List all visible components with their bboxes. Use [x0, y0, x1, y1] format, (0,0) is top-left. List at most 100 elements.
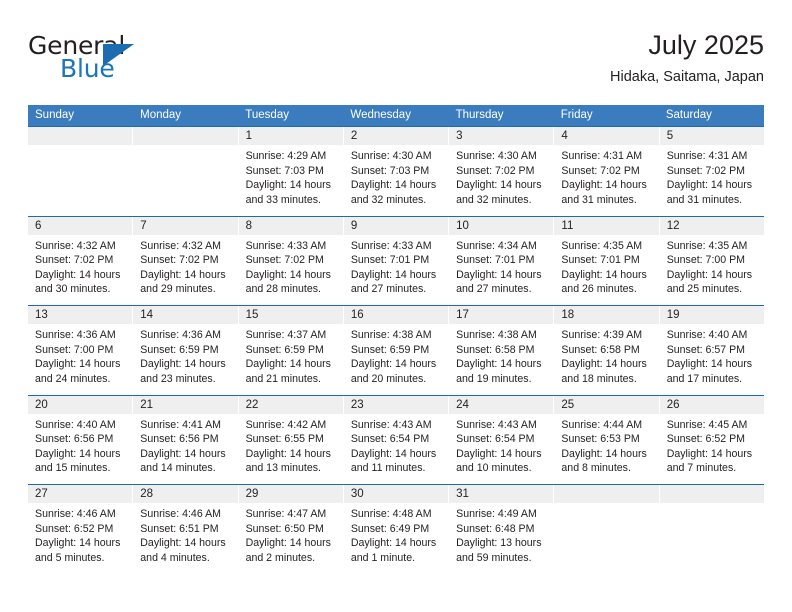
day-cell[interactable]: 4 Sunrise: 4:31 AM Sunset: 7:02 PM Daylight…	[554, 127, 660, 216]
daylight-line-1: Daylight: 14 hours	[140, 537, 226, 550]
daylight-line-2: and 31 minutes.	[561, 193, 637, 206]
daylight-line-1: Daylight: 14 hours	[245, 358, 331, 371]
daylight-line-1: Daylight: 14 hours	[456, 447, 542, 460]
day-number: 1	[245, 130, 252, 142]
daylight-line-1: Daylight: 14 hours	[35, 447, 121, 460]
day-cell[interactable]: 9 Sunrise: 4:33 AM Sunset: 7:01 PM Daylight…	[343, 216, 450, 305]
daylight-line-2: and 11 minutes.	[350, 462, 426, 475]
sunrise-line: Sunrise: 4:40 AM	[666, 329, 748, 341]
day-number-band: 29	[238, 485, 343, 503]
day-detail-lines: Sunrise: 4:32 AM Sunset: 7:02 PM Daylight:…	[28, 235, 132, 297]
daylight-line-1: Daylight: 14 hours	[245, 268, 331, 281]
day-cell[interactable]: 10 Sunrise: 4:34 AM Sunset: 7:01 PM Dayligh…	[449, 216, 555, 305]
sunrise-line: Sunrise: 4:31 AM	[561, 150, 643, 162]
calendar-week-row: 6 Sunrise: 4:32 AM Sunset: 7:02 PM Daylight…	[28, 215, 764, 305]
day-number: 16	[350, 309, 364, 321]
day-cell[interactable]: 15 Sunrise: 4:37 AM Sunset: 6:59 PM Dayligh…	[238, 306, 344, 395]
daylight-line-1: Daylight: 14 hours	[561, 447, 647, 460]
day-detail-lines: Sunrise: 4:38 AM Sunset: 6:59 PM Daylight:…	[344, 324, 448, 386]
day-cell[interactable]: 27 Sunrise: 4:46 AM Sunset: 6:52 PM Dayligh…	[28, 485, 134, 574]
sunrise-line: Sunrise: 4:37 AM	[245, 329, 327, 341]
day-cell[interactable]: 8 Sunrise: 4:33 AM Sunset: 7:02 PM Daylight…	[238, 216, 344, 305]
title-block: July 2025 Hidaka, Saitama, Japan	[610, 28, 764, 86]
day-cell[interactable]: 17 Sunrise: 4:38 AM Sunset: 6:58 PM Dayligh…	[449, 306, 555, 395]
day-number: 3	[456, 130, 463, 142]
sunset-line: Sunset: 6:59 PM	[245, 343, 324, 356]
daylight-line-2: and 30 minutes.	[35, 283, 111, 296]
sunrise-line: Sunrise: 4:44 AM	[561, 418, 643, 431]
day-cell[interactable]: 23 Sunrise: 4:43 AM Sunset: 6:54 PM Dayligh…	[343, 395, 450, 484]
daylight-line-2: and 26 minutes.	[561, 283, 637, 296]
daylight-line-2: and 14 minutes.	[140, 462, 216, 475]
calendar-weeks: 1 Sunrise: 4:29 AM Sunset: 7:03 PM Daylight…	[28, 126, 764, 574]
sunrise-line: Sunrise: 4:49 AM	[456, 508, 537, 520]
day-number: 8	[245, 219, 252, 232]
day-cell[interactable]: 11 Sunrise: 4:35 AM Sunset: 7:01 PM Dayligh…	[554, 216, 660, 305]
sunset-line: Sunset: 7:02 PM	[456, 164, 535, 177]
day-detail-lines: Sunrise: 4:46 AM Sunset: 6:52 PM Daylight:…	[28, 503, 132, 565]
day-cell[interactable]: 2 Sunrise: 4:30 AM Sunset: 7:03 PM Daylight…	[343, 127, 450, 216]
general-blue-logo[interactable]: General Blue	[28, 32, 258, 90]
day-detail-lines: Sunrise: 4:43 AM Sunset: 6:54 PM Daylight:…	[344, 414, 448, 476]
day-number-band: 2	[343, 127, 449, 145]
day-number-band: 7	[133, 216, 238, 235]
day-detail-lines: Sunrise: 4:38 AM Sunset: 6:58 PM Daylight:…	[449, 324, 553, 386]
day-number: 4	[561, 130, 568, 142]
day-cell[interactable]: 3 Sunrise: 4:30 AM Sunset: 7:02 PM Daylight…	[449, 127, 555, 216]
day-cell[interactable]: 20 Sunrise: 4:40 AM Sunset: 6:56 PM Dayligh…	[28, 395, 134, 484]
day-number-band: 19	[659, 306, 764, 324]
day-cell[interactable]: 30 Sunrise: 4:48 AM Sunset: 6:49 PM Dayligh…	[343, 485, 450, 574]
day-number-band: 5	[659, 127, 764, 145]
weekday-header-saturday: Saturday	[665, 109, 712, 121]
day-detail-lines: Sunrise: 4:42 AM Sunset: 6:55 PM Daylight:…	[239, 414, 343, 476]
day-cell[interactable]: 21 Sunrise: 4:41 AM Sunset: 6:56 PM Dayligh…	[133, 395, 239, 484]
daylight-line-1: Daylight: 14 hours	[456, 358, 542, 371]
day-number: 10	[456, 219, 469, 232]
day-detail-lines: Sunrise: 4:39 AM Sunset: 6:58 PM Daylight:…	[554, 324, 658, 386]
day-detail-lines: Sunrise: 4:35 AM Sunset: 7:01 PM Daylight:…	[554, 235, 658, 297]
day-cell[interactable]: 31 Sunrise: 4:49 AM Sunset: 6:48 PM Dayligh…	[449, 485, 555, 574]
day-number: 23	[350, 398, 364, 411]
sunset-line: Sunset: 7:01 PM	[350, 254, 430, 267]
daylight-line-2: and 28 minutes.	[245, 283, 321, 296]
day-number-band: 12	[659, 216, 764, 235]
daylight-line-2: and 1 minute.	[350, 551, 416, 564]
day-cell[interactable]: 13 Sunrise: 4:36 AM Sunset: 7:00 PM Dayligh…	[28, 306, 134, 395]
daylight-line-1: Daylight: 14 hours	[140, 268, 226, 281]
sunrise-line: Sunrise: 4:36 AM	[140, 329, 221, 341]
day-cell[interactable]: 25 Sunrise: 4:44 AM Sunset: 6:53 PM Dayligh…	[554, 395, 660, 484]
sunset-line: Sunset: 6:48 PM	[456, 522, 535, 535]
sunset-line: Sunset: 6:58 PM	[456, 343, 535, 356]
day-number: 6	[35, 219, 42, 232]
daylight-line-2: and 27 minutes.	[350, 283, 427, 296]
daylight-line-1: Daylight: 14 hours	[245, 447, 331, 460]
day-detail-lines: Sunrise: 4:49 AM Sunset: 6:48 PM Daylight:…	[449, 503, 553, 565]
sunset-line: Sunset: 6:54 PM	[456, 433, 535, 446]
day-cell[interactable]: 22 Sunrise: 4:42 AM Sunset: 6:55 PM Dayligh…	[238, 395, 344, 484]
daylight-line-1: Daylight: 14 hours	[561, 179, 647, 192]
day-number-band: 6	[28, 216, 133, 235]
day-number: 15	[245, 309, 259, 321]
day-number: 31	[456, 488, 469, 500]
day-cell[interactable]: 6 Sunrise: 4:32 AM Sunset: 7:02 PM Daylight…	[28, 216, 134, 305]
day-cell[interactable]: 18 Sunrise: 4:39 AM Sunset: 6:58 PM Dayligh…	[554, 306, 660, 395]
day-cell[interactable]: 14 Sunrise: 4:36 AM Sunset: 6:59 PM Dayligh…	[133, 306, 239, 395]
day-cell[interactable]: 26 Sunrise: 4:45 AM Sunset: 6:52 PM Dayligh…	[659, 395, 764, 484]
sunrise-line: Sunrise: 4:46 AM	[140, 508, 221, 520]
day-cell[interactable]: 29 Sunrise: 4:47 AM Sunset: 6:50 PM Dayligh…	[238, 485, 344, 574]
sunset-line: Sunset: 7:03 PM	[245, 164, 324, 177]
day-cell[interactable]: 16 Sunrise: 4:38 AM Sunset: 6:59 PM Dayligh…	[343, 306, 450, 395]
day-cell[interactable]: 28 Sunrise: 4:46 AM Sunset: 6:51 PM Dayligh…	[133, 485, 239, 574]
day-cell[interactable]: 1 Sunrise: 4:29 AM Sunset: 7:03 PM Daylight…	[238, 127, 344, 216]
sunset-line: Sunset: 6:56 PM	[35, 433, 114, 446]
day-cell[interactable]: 19 Sunrise: 4:40 AM Sunset: 6:57 PM Dayligh…	[659, 306, 764, 395]
sunset-line: Sunset: 7:00 PM	[35, 343, 114, 356]
day-cell[interactable]: 12 Sunrise: 4:35 AM Sunset: 7:00 PM Dayligh…	[659, 216, 764, 305]
daylight-line-2: and 33 minutes.	[245, 193, 321, 206]
day-number: 11	[561, 219, 574, 232]
day-cell[interactable]: 5 Sunrise: 4:31 AM Sunset: 7:02 PM Daylight…	[659, 127, 764, 216]
sunrise-line: Sunrise: 4:42 AM	[245, 418, 327, 431]
day-cell[interactable]: 24 Sunrise: 4:43 AM Sunset: 6:54 PM Dayligh…	[449, 395, 555, 484]
day-detail-lines: Sunrise: 4:45 AM Sunset: 6:52 PM Daylight:…	[660, 414, 764, 476]
day-cell[interactable]: 7 Sunrise: 4:32 AM Sunset: 7:02 PM Daylight…	[133, 216, 239, 305]
